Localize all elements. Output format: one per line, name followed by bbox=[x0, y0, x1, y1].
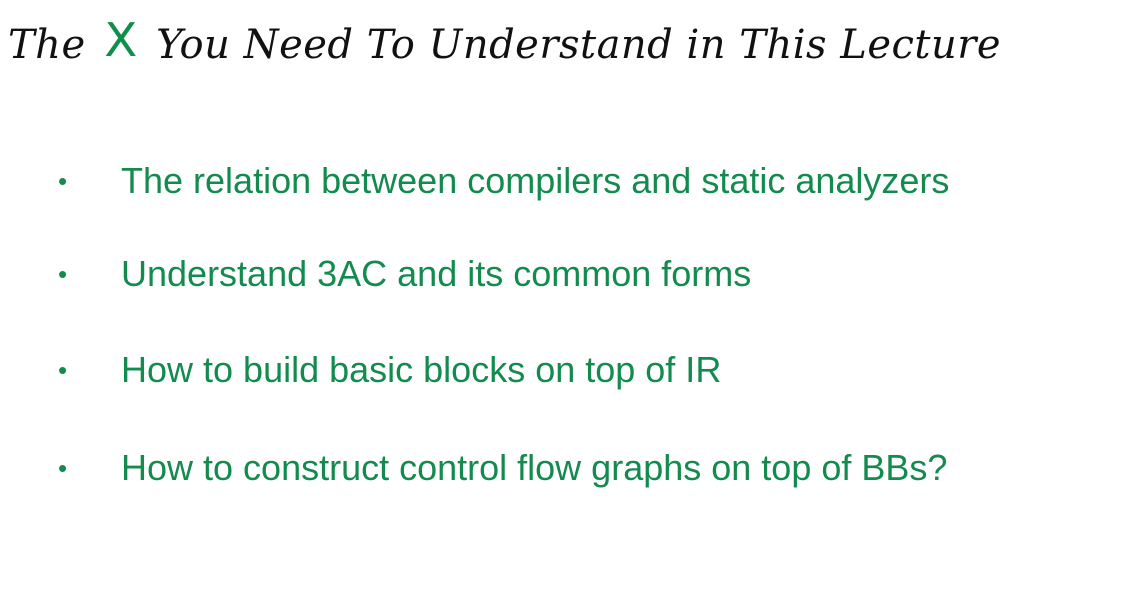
title-suffix: You Need To Understand in This Lecture bbox=[156, 22, 1002, 68]
bullet-item: • The relation between compilers and sta… bbox=[0, 157, 1100, 205]
bullet-marker: • bbox=[58, 259, 68, 289]
bullet-item: • Understand 3AC and its common forms bbox=[0, 250, 1100, 298]
slide-title: The X You Need To Understand in This Lec… bbox=[8, 13, 1002, 73]
bullet-text: The relation between compilers and stati… bbox=[121, 160, 950, 201]
bullet-marker: • bbox=[58, 453, 68, 483]
bullet-text: How to build basic blocks on top of IR bbox=[121, 349, 722, 390]
title-x-mark: X bbox=[104, 13, 138, 67]
slide: The X You Need To Understand in This Lec… bbox=[0, 0, 1127, 602]
bullet-marker: • bbox=[58, 166, 68, 196]
bullet-item: • How to construct control flow graphs o… bbox=[0, 444, 1100, 492]
bullet-item: • How to build basic blocks on top of IR bbox=[0, 346, 1100, 394]
title-prefix: The bbox=[8, 22, 86, 68]
bullet-text: How to construct control flow graphs on … bbox=[121, 447, 948, 488]
bullet-marker: • bbox=[58, 355, 68, 385]
bullet-text: Understand 3AC and its common forms bbox=[121, 253, 752, 294]
